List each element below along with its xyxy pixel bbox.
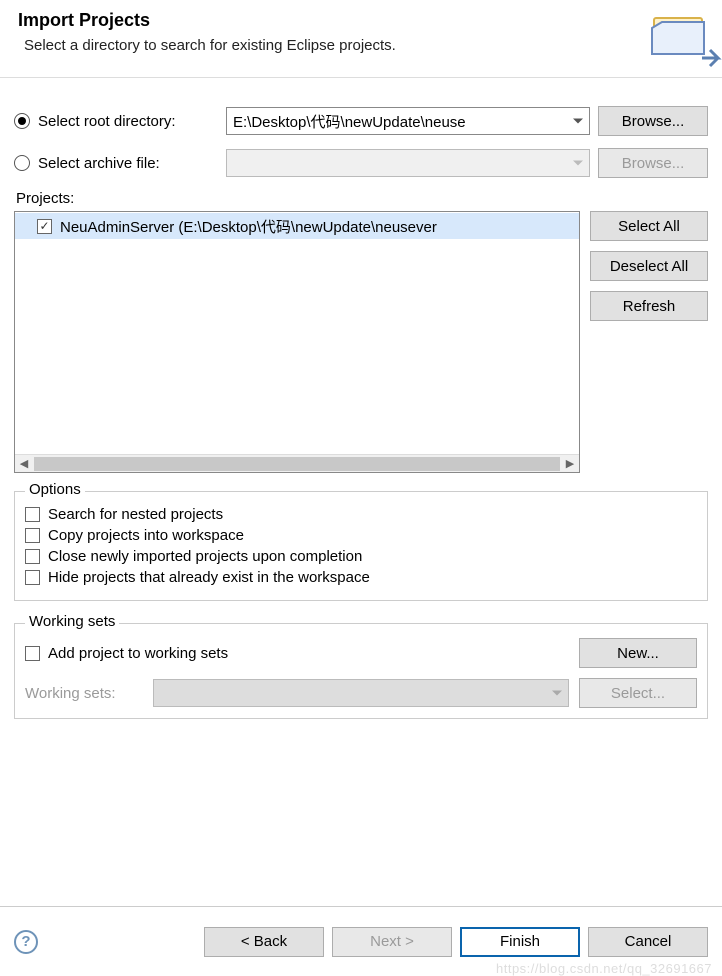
root-directory-label: Select root directory: [38,113,218,130]
import-folder-icon [644,0,722,78]
chevron-down-icon [573,161,583,166]
working-sets-title: Working sets [25,613,119,630]
dialog-title: Import Projects [18,10,704,31]
archive-file-label: Select archive file: [38,155,218,172]
chevron-down-icon [552,691,562,696]
deselect-all-button[interactable]: Deselect All [590,251,708,281]
projects-section: NeuAdminServer (E:\Desktop\代码\newUpdate\… [14,211,708,473]
scroll-thumb[interactable] [34,457,560,471]
add-working-set-label: Add project to working sets [48,645,228,662]
options-title: Options [25,481,85,498]
refresh-button[interactable]: Refresh [590,291,708,321]
next-button: Next > [332,927,452,957]
select-all-button[interactable]: Select All [590,211,708,241]
option-nested[interactable]: Search for nested projects [25,506,697,523]
cancel-button[interactable]: Cancel [588,927,708,957]
root-directory-row: Select root directory: E:\Desktop\代码\new… [14,106,708,136]
option-copy[interactable]: Copy projects into workspace [25,527,697,544]
projects-buttons: Select All Deselect All Refresh [590,211,708,321]
finish-button[interactable]: Finish [460,927,580,957]
root-directory-value: E:\Desktop\代码\newUpdate\neuse [233,111,466,132]
root-directory-combo[interactable]: E:\Desktop\代码\newUpdate\neuse [226,107,590,135]
working-sets-select-row: Working sets: Select... [25,678,697,708]
nested-checkbox[interactable] [25,507,40,522]
hide-checkbox[interactable] [25,570,40,585]
options-group: Options Search for nested projects Copy … [14,491,708,601]
browse-archive-button: Browse... [598,148,708,178]
select-working-set-button: Select... [579,678,697,708]
working-sets-label: Working sets: [25,685,143,702]
back-button[interactable]: < Back [204,927,324,957]
projects-list[interactable]: NeuAdminServer (E:\Desktop\代码\newUpdate\… [14,211,580,473]
option-close[interactable]: Close newly imported projects upon compl… [25,548,697,565]
add-working-set-row: Add project to working sets New... [25,638,697,668]
horizontal-scrollbar[interactable]: ◀ ▶ [15,454,579,472]
add-working-set-checkbox[interactable] [25,646,40,661]
dialog-footer: ? < Back Next > Finish Cancel [0,906,722,976]
working-sets-group: Working sets Add project to working sets… [14,623,708,719]
dialog-header: Import Projects Select a directory to se… [0,0,722,78]
dialog-description: Select a directory to search for existin… [18,37,704,54]
close-label: Close newly imported projects upon compl… [48,548,362,565]
scroll-left-icon[interactable]: ◀ [15,455,33,473]
copy-label: Copy projects into workspace [48,527,244,544]
browse-root-button[interactable]: Browse... [598,106,708,136]
archive-file-radio[interactable] [14,155,30,171]
copy-checkbox[interactable] [25,528,40,543]
project-checkbox[interactable] [37,219,52,234]
archive-file-row: Select archive file: Browse... [14,148,708,178]
root-directory-radio[interactable] [14,113,30,129]
hide-label: Hide projects that already exist in the … [48,569,370,586]
option-hide[interactable]: Hide projects that already exist in the … [25,569,697,586]
new-working-set-button[interactable]: New... [579,638,697,668]
help-icon[interactable]: ? [14,930,38,954]
project-item[interactable]: NeuAdminServer (E:\Desktop\代码\newUpdate\… [15,213,579,239]
scroll-right-icon[interactable]: ▶ [561,455,579,473]
chevron-down-icon [573,119,583,124]
nested-label: Search for nested projects [48,506,223,523]
projects-label: Projects: [16,190,708,207]
working-sets-combo [153,679,569,707]
close-checkbox[interactable] [25,549,40,564]
dialog-content: Select root directory: E:\Desktop\代码\new… [0,78,722,729]
project-label: NeuAdminServer (E:\Desktop\代码\newUpdate\… [60,216,437,237]
archive-file-combo [226,149,590,177]
